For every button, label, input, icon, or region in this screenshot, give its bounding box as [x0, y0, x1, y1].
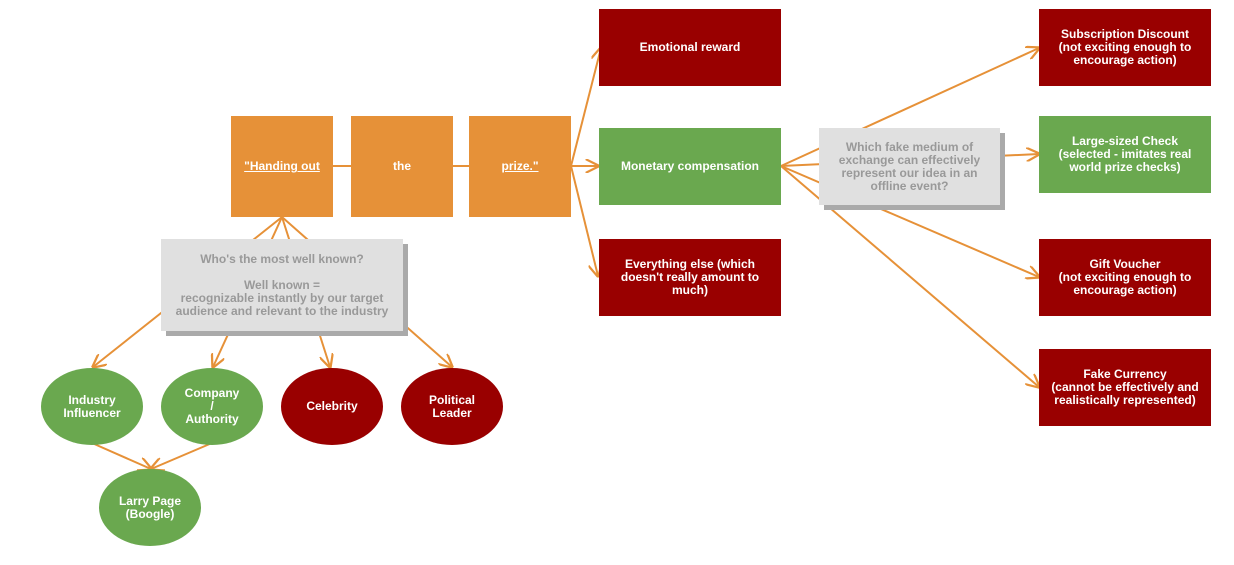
result-larry-page-label: Larry Page (Boogle): [118, 493, 182, 521]
medium-large-check[interactable]: Large-sized Check (selected - imitates r…: [1039, 116, 1211, 193]
edge-company-larry: [151, 442, 213, 469]
note-well-known-text: Who's the most well known? Well known = …: [175, 251, 389, 318]
phrase-box-prize[interactable]: prize.": [469, 116, 571, 217]
note-fake-medium: Which fake medium of exchange can effect…: [819, 128, 1000, 205]
phrase-text-prize: prize.": [501, 159, 539, 173]
phrase-box-handing-out[interactable]: "Handing out: [231, 116, 333, 217]
medium-subscription-discount[interactable]: Subscription Discount (not exciting enou…: [1039, 9, 1211, 86]
reward-emotional[interactable]: Emotional reward: [599, 9, 781, 86]
person-company-authority-label: Company / Authority: [184, 386, 240, 426]
edge-prize-emotional: [570, 48, 601, 167]
person-industry-influencer[interactable]: Industry Influencer: [41, 368, 143, 445]
person-industry-influencer-label: Industry Influencer: [63, 392, 121, 420]
reward-everything-else-label: Everything else (which doesn't really am…: [620, 257, 760, 297]
person-celebrity-label: Celebrity: [306, 399, 358, 413]
reward-everything-else[interactable]: Everything else (which doesn't really am…: [599, 239, 781, 316]
person-political-leader[interactable]: Political Leader: [401, 368, 503, 445]
person-celebrity[interactable]: Celebrity: [281, 368, 383, 445]
medium-gift-voucher[interactable]: Gift Voucher (not exciting enough to enc…: [1039, 239, 1211, 316]
medium-gift-voucher-label: Gift Voucher (not exciting enough to enc…: [1058, 257, 1192, 297]
edge-influencer-larry: [91, 442, 151, 469]
edge-prize-everything: [570, 165, 598, 276]
result-larry-page[interactable]: Larry Page (Boogle): [99, 469, 201, 546]
medium-subscription-discount-label: Subscription Discount (not exciting enou…: [1058, 27, 1192, 67]
medium-fake-currency-label: Fake Currency (cannot be effectively and…: [1051, 367, 1199, 407]
person-company-authority[interactable]: Company / Authority: [161, 368, 263, 445]
phrase-box-the[interactable]: the: [351, 116, 453, 217]
medium-large-check-label: Large-sized Check (selected - imitates r…: [1058, 134, 1192, 174]
reward-emotional-label: Emotional reward: [639, 40, 741, 54]
medium-fake-currency[interactable]: Fake Currency (cannot be effectively and…: [1039, 349, 1211, 426]
reward-monetary[interactable]: Monetary compensation: [599, 128, 781, 205]
phrase-text-the: the: [393, 159, 411, 173]
reward-monetary-label: Monetary compensation: [620, 159, 760, 173]
person-political-leader-label: Political Leader: [428, 392, 475, 420]
note-fake-medium-text: Which fake medium of exchange can effect…: [838, 139, 981, 193]
note-well-known: Who's the most well known? Well known = …: [161, 239, 403, 331]
phrase-text-handing-out: "Handing out: [244, 159, 320, 173]
